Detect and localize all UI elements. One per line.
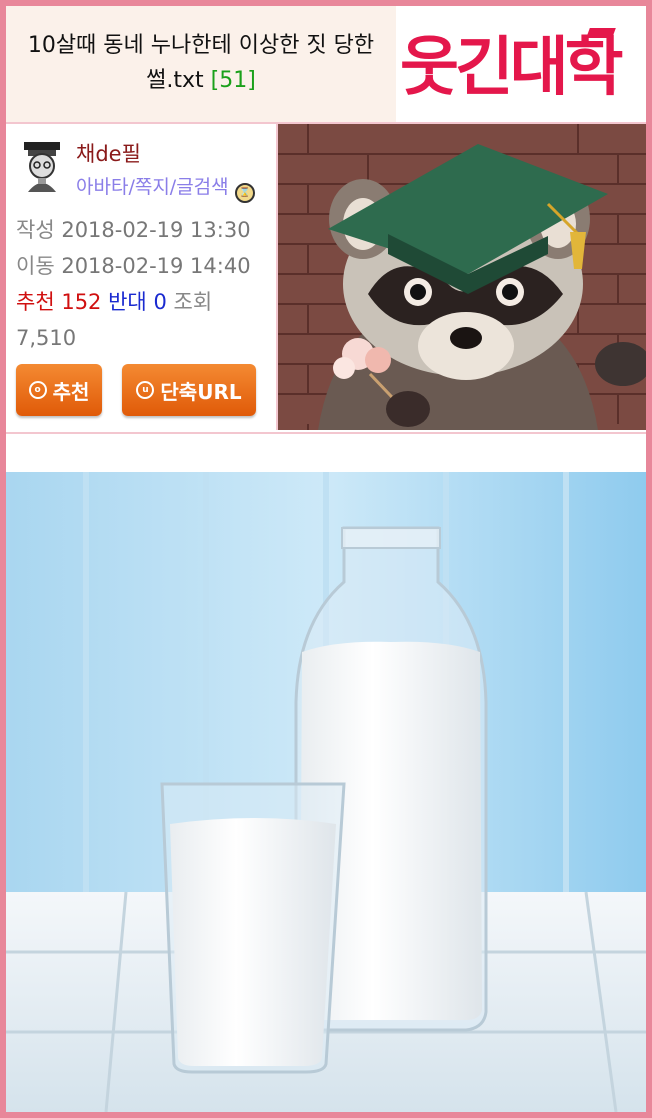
recommend-button-label: 추천 — [52, 379, 90, 404]
recommend-count: 152 — [61, 290, 102, 314]
oppose-count: 0 — [153, 290, 167, 314]
moved-date: 2018-02-19 14:40 — [61, 254, 251, 278]
oppose-label: 반대 — [108, 290, 147, 314]
circle-u-icon: u — [136, 381, 155, 399]
raccoon-graduate-illustration — [278, 124, 646, 430]
author-links[interactable]: 아바타/쪽지/글검색 ⌛ — [76, 172, 255, 203]
student-avatar-icon[interactable] — [18, 140, 66, 192]
site-logo-text: 웃긴대학 — [400, 31, 624, 105]
written-date: 2018-02-19 13:30 — [61, 218, 251, 242]
level-badge-icon: ⌛ — [234, 183, 255, 203]
comment-count[interactable]: [51] — [211, 68, 256, 93]
views-count: 7,510 — [16, 326, 77, 350]
post-meta: 작성 2018-02-19 13:30 이동 2018-02-19 14:40 … — [16, 212, 271, 356]
author-name[interactable]: 채de필 — [76, 138, 141, 168]
stats-row: 추천 152 반대 0 조회 — [16, 284, 271, 320]
moved-label: 이동 — [16, 254, 55, 278]
written-row: 작성 2018-02-19 13:30 — [16, 212, 271, 248]
circle-o-icon: o — [28, 381, 47, 399]
site-logo[interactable]: 웃긴대학 — [396, 6, 646, 122]
author-info-panel: 채de필 아바타/쪽지/글검색 ⌛ 작성 2018-02-19 13:30 이동 … — [6, 124, 278, 430]
recommend-button[interactable]: o 추천 — [16, 364, 102, 416]
author-links-text[interactable]: 아바타/쪽지/글검색 — [76, 176, 229, 198]
milk-bottle-and-glass-photo — [6, 472, 646, 1112]
written-label: 작성 — [16, 218, 55, 242]
views-label: 조회 — [173, 290, 213, 314]
short-url-button-label: 단축URL — [160, 379, 242, 404]
section-divider — [6, 432, 646, 434]
recommend-label: 추천 — [16, 290, 55, 314]
views-row: 7,510 — [16, 320, 271, 356]
post-header: 10살때 동네 누나한테 이상한 짓 당한 썰.txt [51] 웃긴대학 — [6, 6, 646, 124]
moved-row: 이동 2018-02-19 14:40 — [16, 248, 271, 284]
short-url-button[interactable]: u 단축URL — [122, 364, 256, 416]
post-title-text: 10살때 동네 누나한테 이상한 짓 당한 썰.txt — [27, 33, 375, 93]
graduation-cap-icon — [586, 28, 616, 38]
page-frame: 10살때 동네 누나한테 이상한 짓 당한 썰.txt [51] 웃긴대학 채d… — [6, 6, 646, 1112]
post-title: 10살때 동네 누나한테 이상한 짓 당한 썰.txt [51] — [16, 28, 386, 98]
